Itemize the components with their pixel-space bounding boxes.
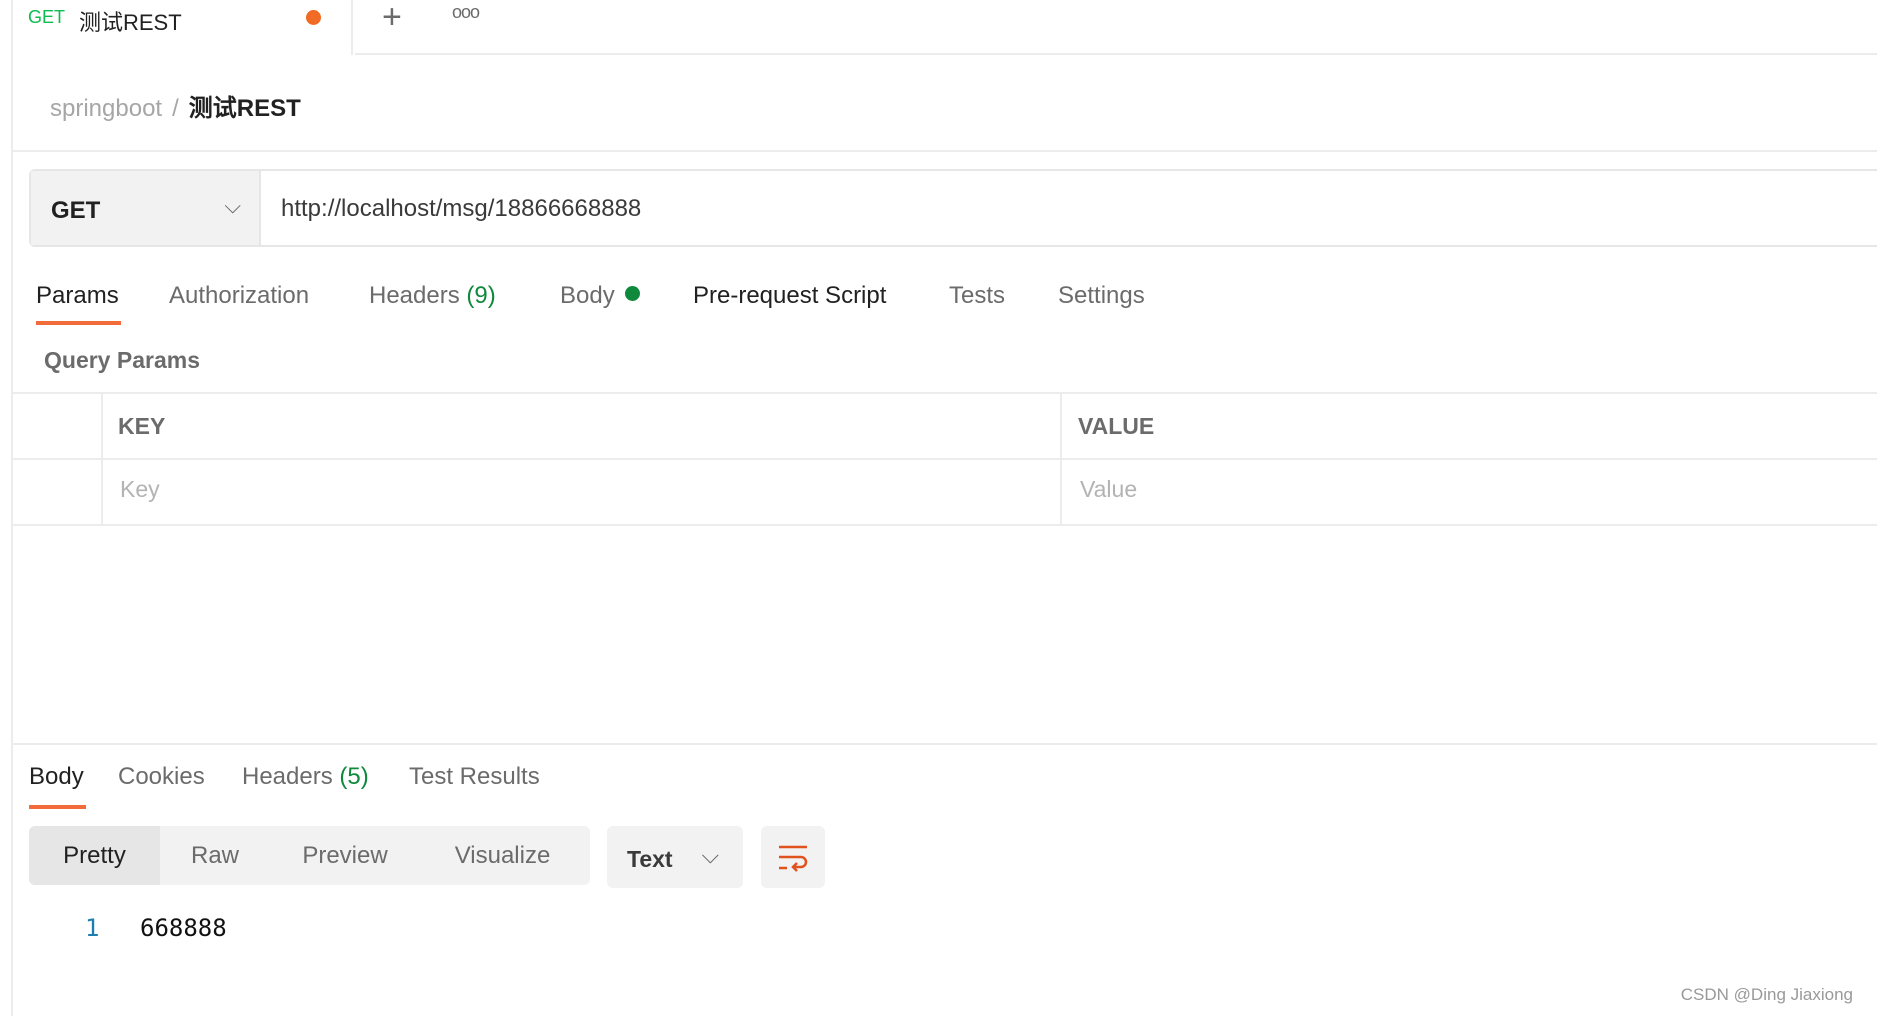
- key-header: KEY: [118, 413, 166, 439]
- tab-body[interactable]: Body: [560, 282, 640, 310]
- tab-method: GET: [28, 7, 66, 27]
- table-top-border: [13, 392, 1877, 394]
- tab-body-label: Body: [560, 282, 615, 309]
- more-dots-icon[interactable]: ooo: [452, 2, 480, 23]
- value-header: VALUE: [1078, 413, 1155, 439]
- response-headers-label: Headers: [242, 763, 333, 790]
- url-bar: GET ⌵ http://localhost/msg/18866668888: [29, 169, 1877, 247]
- active-response-tab-underline: [29, 805, 86, 809]
- breadcrumb: springboot / 测试REST: [50, 88, 301, 123]
- plus-icon[interactable]: +: [382, 0, 402, 37]
- view-preview[interactable]: Preview: [270, 826, 420, 885]
- column-divider: [101, 393, 103, 524]
- breadcrumb-separator: /: [172, 95, 179, 122]
- watermark: CSDN @Ding Jiaxiong: [1680, 985, 1853, 1004]
- method-value: GET: [51, 197, 101, 224]
- headers-count: (9): [466, 282, 496, 309]
- response-tab-cookies[interactable]: Cookies: [118, 763, 205, 791]
- breadcrumb-current[interactable]: 测试REST: [189, 95, 301, 122]
- view-visualize[interactable]: Visualize: [420, 826, 585, 885]
- tab-tests[interactable]: Tests: [949, 282, 1005, 310]
- tab-title: 测试REST: [79, 10, 182, 35]
- tab-params[interactable]: Params: [36, 282, 119, 310]
- body-dot-icon: [624, 286, 640, 301]
- view-pretty[interactable]: Pretty: [29, 826, 160, 885]
- tab-authorization[interactable]: Authorization: [169, 282, 309, 310]
- view-raw[interactable]: Raw: [160, 826, 270, 885]
- response-headers-count: (5): [339, 763, 369, 790]
- tab-settings[interactable]: Settings: [1058, 282, 1145, 310]
- table-row-border: [13, 458, 1877, 460]
- active-tab-underline: [36, 321, 121, 325]
- response-tab-test-results[interactable]: Test Results: [409, 763, 540, 791]
- method-select[interactable]: GET ⌵: [31, 171, 261, 245]
- format-value: Text: [627, 846, 673, 872]
- url-input[interactable]: http://localhost/msg/18866668888: [261, 171, 641, 245]
- tabbar-divider: [355, 53, 1877, 55]
- format-select[interactable]: Text ⌵: [607, 826, 743, 888]
- query-params-title: Query Params: [44, 347, 200, 373]
- chevron-down-icon: ⌵: [224, 193, 241, 218]
- table-bottom-border: [13, 524, 1877, 526]
- divider: [13, 150, 1877, 152]
- left-border: [11, 0, 13, 1016]
- response-divider: [13, 743, 1877, 745]
- tab-pre-request-script[interactable]: Pre-request Script: [693, 282, 886, 310]
- line-number: 1: [85, 914, 100, 942]
- response-tab-headers[interactable]: Headers (5): [242, 763, 369, 791]
- key-input[interactable]: Key: [120, 476, 1040, 503]
- response-tab-body[interactable]: Body: [29, 763, 84, 791]
- view-mode-toggle: Pretty Raw Preview Visualize: [29, 826, 590, 885]
- tab-headers-label: Headers: [369, 282, 460, 309]
- breadcrumb-parent[interactable]: springboot: [50, 95, 162, 122]
- request-tab[interactable]: GET 测试REST: [13, 0, 353, 55]
- column-divider: [1060, 393, 1062, 524]
- unsaved-dot-icon: [306, 10, 321, 25]
- response-body-content: 668888: [140, 914, 227, 942]
- tab-headers[interactable]: Headers (9): [369, 282, 496, 310]
- wrap-lines-button[interactable]: [761, 826, 825, 888]
- chevron-down-icon: ⌵: [701, 842, 719, 868]
- value-input[interactable]: Value: [1080, 476, 1860, 503]
- wrap-lines-icon: [779, 845, 808, 872]
